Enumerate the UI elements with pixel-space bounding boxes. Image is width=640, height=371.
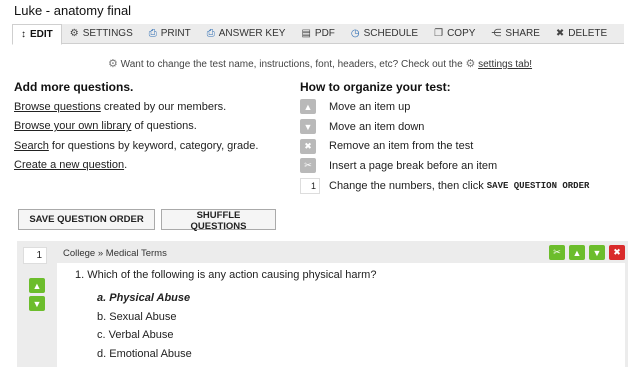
tab-label: SHARE (505, 28, 540, 39)
search-link[interactable]: Search (14, 140, 49, 152)
add-questions-list: Browse questions created by our members.… (14, 98, 258, 175)
tab-share[interactable]: ⋲ SHARE (483, 24, 547, 43)
list-item: Browse your own library of questions. (14, 117, 258, 136)
printer-icon: ⎙ (148, 27, 157, 39)
tab-label: PRINT (160, 28, 191, 39)
clock-icon: ◷ (350, 27, 360, 39)
answer-choice: c. Verbal Abuse (97, 329, 174, 341)
legend-text: Move an item down (329, 120, 425, 133)
list-item: 1 Change the numbers, then click SAVE QUE… (300, 176, 589, 196)
answer-choices: a. Physical Abuse b. Sexual Abuse c. Ver… (97, 289, 192, 363)
list-item-text: created by our members. (100, 101, 227, 113)
chevron-up-icon: ▲ (572, 247, 582, 258)
move-down-button[interactable]: ▼ (589, 245, 605, 260)
organize-legend: ▲ Move an item up ▼ Move an item down ✖ Rem… (300, 97, 589, 195)
tab-label: PDF (314, 28, 335, 39)
list-item-text: for questions by keyword, category, grad… (48, 139, 259, 152)
move-down-button[interactable]: ▼ (29, 296, 45, 311)
page-title: Luke - anatomy final (14, 3, 132, 18)
page-break-icon: ✂ (553, 247, 561, 257)
list-item: Search for questions by keyword, categor… (14, 137, 258, 156)
toolbar-tabs: ↕ EDIT ⚙ SETTINGS ⎙ PRINT ⎙ ANSWER KEY ▤ PDF … (12, 24, 624, 45)
breadcrumb: College » Medical Terms (63, 248, 167, 259)
settings-tab-link[interactable]: settings tab! (478, 59, 532, 70)
tab-copy[interactable]: ❐ COPY (426, 24, 483, 43)
list-item: ✂ Insert a page break before an item (300, 156, 589, 176)
remove-button[interactable]: ✖ (609, 245, 625, 260)
answer-choice-correct: a. Physical Abuse (97, 292, 191, 304)
chevron-down-icon: ▼ (300, 119, 316, 135)
page-break-button[interactable]: ✂ (549, 245, 565, 260)
tab-label: SETTINGS (82, 28, 133, 39)
tab-label: SCHEDULE (363, 28, 419, 39)
gear-icon: ⚙ (107, 58, 118, 70)
answer-choice: b. Sexual Abuse (97, 310, 177, 323)
document-icon: ▤ (301, 27, 311, 39)
tab-edit[interactable]: ↕ EDIT (12, 24, 62, 45)
close-icon: ✖ (613, 247, 621, 257)
chevron-up-icon: ▲ (32, 280, 42, 291)
move-vertical-icon: ↕ (21, 28, 26, 40)
list-item-text: of questions. (131, 120, 197, 133)
question-text: 1. Which of the following is any action … (75, 269, 377, 281)
browse-questions-link[interactable]: Browse questions (14, 101, 101, 113)
tab-settings[interactable]: ⚙ SETTINGS (62, 24, 141, 43)
move-up-button[interactable]: ▲ (569, 245, 585, 260)
tab-label: DELETE (568, 28, 608, 39)
page-break-icon: ✂ (300, 158, 316, 174)
legend-text: Change the numbers, then click (329, 179, 484, 192)
browse-library-link[interactable]: Browse your own library (14, 120, 131, 132)
create-question-link[interactable]: Create a new question (14, 159, 124, 171)
question-item: 1 College » Medical Terms ✂ ▲ ▼ ✖ ▲ ▼ 1.… (17, 241, 628, 367)
answer-choice: d. Emotional Abuse (97, 347, 192, 360)
list-item-text: . (124, 158, 128, 171)
list-item: ▲ Move an item up (300, 97, 589, 117)
list-item: ✖ Remove an item from the test (300, 136, 589, 156)
chevron-up-icon: ▲ (300, 99, 316, 115)
tab-label: COPY (447, 28, 476, 39)
list-item: Create a new question. (14, 156, 258, 175)
add-questions-heading: Add more questions. (14, 80, 134, 94)
tab-print[interactable]: ⎙ PRINT (141, 24, 199, 43)
question-order-input[interactable]: 1 (23, 247, 47, 264)
tab-answer-key[interactable]: ⎙ ANSWER KEY (199, 24, 294, 43)
chevron-down-icon: ▼ (592, 247, 602, 258)
question-body: 1. Which of the following is any action … (57, 263, 625, 367)
order-number-example: 1 (300, 177, 320, 194)
legend-text: Remove an item from the test (329, 140, 474, 153)
tab-label: ANSWER KEY (218, 28, 286, 39)
close-icon: ✖ (555, 27, 565, 39)
list-item: ▼ Move an item down (300, 117, 589, 137)
tab-label: EDIT (30, 29, 53, 40)
legend-text: Insert a page break before an item (329, 159, 498, 172)
settings-notice: ⚙ Want to change the test name, instruct… (0, 57, 640, 70)
chevron-down-icon: ▼ (32, 298, 42, 309)
list-item: Browse questions created by our members. (14, 98, 258, 117)
notice-text: Want to change the test name, instructio… (120, 59, 463, 70)
gear-icon: ⚙ (465, 58, 476, 70)
close-icon: ✖ (300, 138, 316, 154)
shuffle-questions-button[interactable]: SHUFFLE QUESTIONS (161, 209, 276, 232)
tab-schedule[interactable]: ◷ SCHEDULE (343, 24, 426, 43)
tab-delete[interactable]: ✖ DELETE (548, 24, 615, 43)
copy-icon: ❐ (434, 27, 444, 39)
move-up-button[interactable]: ▲ (29, 278, 45, 293)
organize-heading: How to organize your test: (300, 80, 451, 94)
legend-code: SAVE QUESTION ORDER (486, 180, 590, 191)
printer-icon: ⎙ (206, 27, 215, 39)
legend-text: Move an item up (329, 100, 411, 113)
share-icon: ⋲ (491, 27, 502, 39)
tab-pdf[interactable]: ▤ PDF (293, 24, 342, 43)
gear-icon: ⚙ (69, 27, 79, 39)
save-question-order-button[interactable]: SAVE QUESTION ORDER (18, 209, 155, 230)
